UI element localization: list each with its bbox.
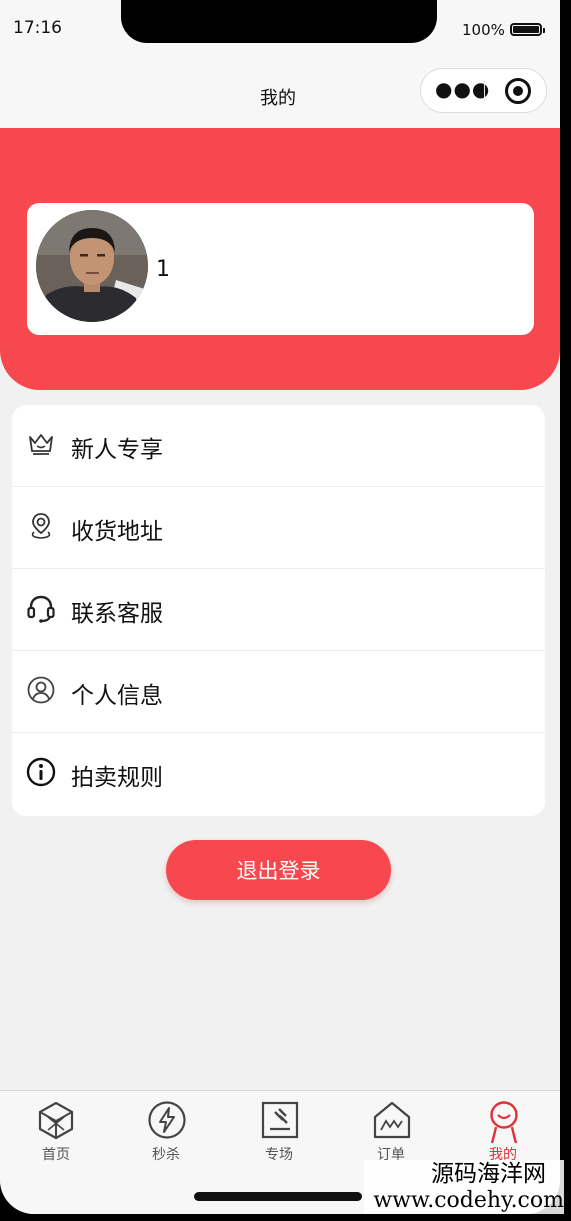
menu-item-customer-service[interactable]: 联系客服 <box>12 569 545 651</box>
menu-item-auction-rules[interactable]: 拍卖规则 <box>12 733 545 815</box>
phone-screen: 17:16 100% 我的 ●●● 1 新人专享 收货地址 联系客服 个人信息 … <box>0 0 560 1214</box>
home-indicator <box>194 1192 362 1201</box>
tab-label: 秒杀 <box>152 1147 180 1163</box>
avatar[interactable] <box>36 210 148 322</box>
notch <box>121 0 437 43</box>
status-bar: 17:16 100% <box>0 0 560 56</box>
menu-item-address[interactable]: 收货地址 <box>12 487 545 569</box>
profile-card[interactable]: 1 <box>27 203 534 335</box>
location-pin-icon <box>26 511 56 541</box>
menu-item-label: 个人信息 <box>71 683 163 709</box>
mini-program-capsule: ●●● <box>420 68 547 113</box>
tab-flash-sale[interactable]: 秒杀 <box>110 1091 222 1171</box>
crown-icon <box>26 429 56 459</box>
menu-item-label: 拍卖规则 <box>71 765 163 791</box>
user-icon <box>490 1101 518 1144</box>
menu-item-label: 联系客服 <box>71 601 163 627</box>
battery-icon <box>510 23 545 36</box>
watermark-site-name: 源码海洋网 <box>431 1161 546 1187</box>
target-circle-icon[interactable] <box>505 78 531 104</box>
menu-item-personal-info[interactable]: 个人信息 <box>12 651 545 733</box>
auction-hammer-icon <box>261 1101 299 1139</box>
tab-label: 专场 <box>265 1147 293 1163</box>
tab-orders[interactable]: 订单 <box>335 1091 447 1171</box>
watermark-url: www.codehy.com <box>373 1188 564 1213</box>
user-name: 1 <box>156 257 170 282</box>
capsule-divider <box>484 81 485 101</box>
watermark: 源码海洋网 www.codehy.com <box>364 1160 564 1214</box>
lightning-icon <box>148 1101 186 1139</box>
headset-icon <box>26 593 56 623</box>
avatar-photo <box>36 210 148 322</box>
user-circle-icon <box>26 675 56 705</box>
more-dots-icon[interactable]: ●●● <box>435 79 490 99</box>
cube-icon <box>38 1101 74 1140</box>
status-time: 17:16 <box>13 18 62 38</box>
logout-button[interactable]: 退出登录 <box>166 840 391 900</box>
tab-home[interactable]: 首页 <box>0 1091 112 1171</box>
house-icon <box>373 1101 411 1139</box>
menu-item-label: 收货地址 <box>71 519 163 545</box>
tab-mine[interactable]: 我的 <box>447 1091 559 1171</box>
battery-percent: 100% <box>462 21 505 39</box>
menu-list: 新人专享 收货地址 联系客服 个人信息 拍卖规则 <box>12 405 545 816</box>
menu-item-label: 新人专享 <box>71 437 163 463</box>
tab-label: 首页 <box>42 1147 70 1163</box>
info-icon <box>26 757 56 787</box>
navbar: 我的 ●●● <box>0 56 560 128</box>
menu-item-new-user[interactable]: 新人专享 <box>12 405 545 487</box>
tab-special[interactable]: 专场 <box>223 1091 335 1171</box>
